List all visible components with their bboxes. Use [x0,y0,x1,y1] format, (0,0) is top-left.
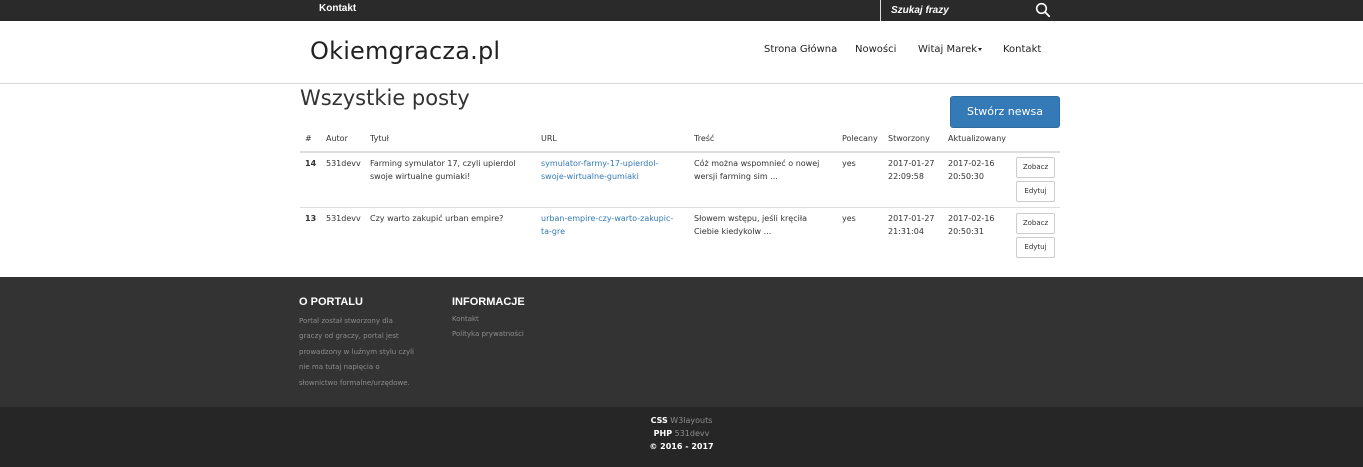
topbar-contact-link[interactable]: Kontakt [319,3,356,14]
cell-url-line2[interactable]: swoje-wirtualne-gumiaki [541,170,639,183]
search-input[interactable] [881,0,1031,21]
col-header-content: Treść [694,134,715,143]
row-divider [300,207,1060,208]
search-icon[interactable] [1035,2,1051,18]
footer-about-line: graczy od graczy, portal jest [299,332,399,341]
footer-about-heading: O PORTALU [299,296,363,308]
credit-css-value[interactable]: W3layouts [670,416,712,425]
edit-button[interactable]: Edytuj [1016,237,1055,258]
col-header-title: Tytuł [370,134,389,143]
cell-updated-time: 20:50:30 [948,172,984,181]
credit-php-label: PHP [653,429,673,438]
copyright: © 2016 - 2017 [0,442,1363,451]
col-header-updated: Aktualizowany [948,134,1007,143]
nav-home[interactable]: Strona Główna [764,44,837,55]
table-header-divider [300,151,1060,153]
nav-news[interactable]: Nowości [855,44,896,55]
nav-user-dropdown[interactable]: Witaj Marek [918,44,983,55]
cell-author: 531devv [326,214,361,223]
page-title: Wszystkie posty [300,86,470,110]
view-button[interactable]: Zobacz [1016,157,1055,178]
site-footer: O PORTALU Portal został stworzony dla gr… [0,277,1363,407]
credit-css: CSS W3layouts [0,416,1363,425]
footer-about-line: słownictwo formalne/urzędowe. [299,378,410,387]
site-header: Okiemgracza.pl Strona Główna Nowości Wit… [0,21,1363,84]
cell-content-line1: Cóż można wspomnieć o nowej [694,159,820,168]
col-header-featured: Polecany [842,134,878,143]
cell-created-date: 2017-01-27 [888,159,935,168]
cell-content-line1: Słowem wstępu, jeśli kręciła [694,214,807,223]
cell-content-line2: Ciebie kiedykolw ... [694,227,772,236]
cell-url-line1[interactable]: urban-empire-czy-warto-zakupic- [541,212,673,225]
nav-contact[interactable]: Kontakt [1003,44,1041,55]
cell-updated-date: 2017-02-16 [948,214,995,223]
cell-featured: yes [842,214,856,223]
view-button[interactable]: Zobacz [1016,213,1055,234]
bottom-credits-bar: CSS W3layouts PHP 531devv © 2016 - 2017 [0,407,1363,467]
search-box [880,0,1057,21]
cell-url-line2[interactable]: ta-gre [541,225,565,238]
footer-about-line: nie ma tutaj napięcia o [299,363,380,372]
cell-created-time: 21:31:04 [888,227,924,236]
footer-about-line: Portal został stworzony dla [299,317,393,325]
cell-title-line2: swoje wirtualne gumiaki! [370,172,471,181]
site-logo[interactable]: Okiemgracza.pl [310,37,500,65]
col-header-author: Autor [326,134,348,143]
footer-about-line: prowadzony w luźnym stylu czyli [299,347,414,356]
cell-id: 13 [305,214,317,223]
cell-created-date: 2017-01-27 [888,214,935,223]
cell-author: 531devv [326,159,361,168]
cell-updated-date: 2017-02-16 [948,159,995,168]
credit-css-label: CSS [650,416,668,425]
cell-title-line1: Farming symulator 17, czyli upierdol [370,159,516,168]
cell-title-line1: Czy warto zakupić urban empire? [370,214,504,223]
footer-link-privacy[interactable]: Polityka prywatności [452,330,524,338]
col-header-created: Stworzony [888,134,930,143]
caret-down-icon [978,47,983,51]
nav-user-label: Witaj Marek [918,44,978,55]
cell-id: 14 [305,159,317,168]
cell-updated-time: 20:50:31 [948,227,984,236]
copyright-text: © 2016 - 2017 [649,442,714,451]
cell-content-line2: wersji farming sim ... [694,172,778,181]
create-news-button[interactable]: Stwórz newsa [950,96,1060,128]
cell-featured: yes [842,159,856,168]
col-header-url: URL [541,134,557,143]
credit-php-value[interactable]: 531devv [675,429,710,438]
footer-about-text: Portal został stworzony dla graczy od gr… [299,314,423,391]
footer-link-contact[interactable]: Kontakt [452,315,479,323]
cell-created-time: 22:09:58 [888,172,924,181]
top-bar: Kontakt [0,0,1363,21]
edit-button[interactable]: Edytuj [1016,181,1055,202]
col-header-id: # [305,134,312,143]
cell-url-line1[interactable]: symulator-farmy-17-upierdol- [541,157,658,170]
credit-php: PHP 531devv [0,429,1363,438]
footer-info-heading: INFORMACJE [452,296,525,308]
